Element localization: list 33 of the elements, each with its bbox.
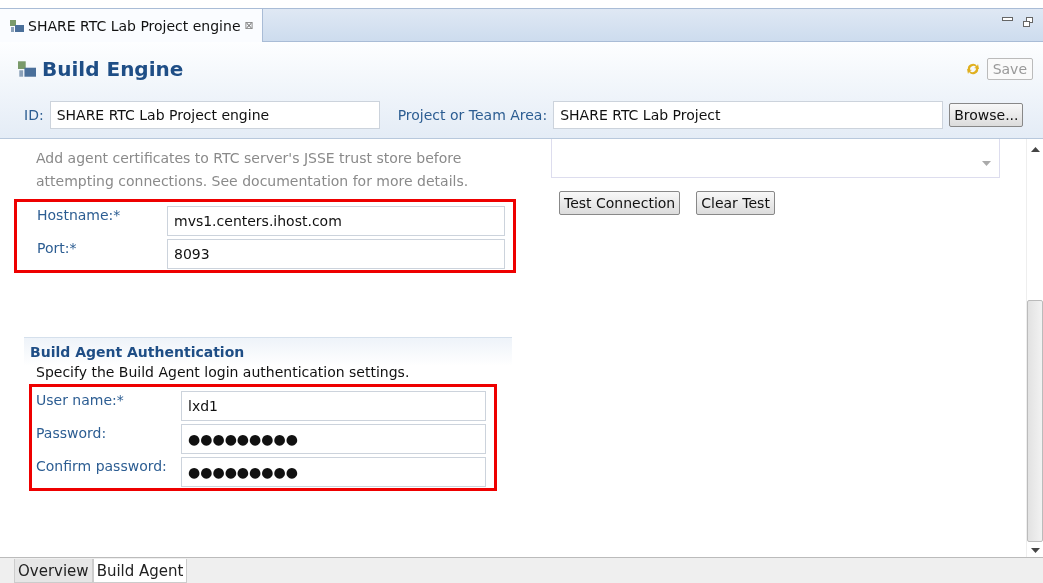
minimize-icon[interactable] — [1002, 17, 1013, 22]
field-label: User name:* — [36, 391, 125, 408]
scroll-down-icon[interactable] — [1030, 548, 1040, 553]
tab-title: SHARE RTC Lab Project engine — [28, 17, 241, 34]
field-label: Password: — [36, 424, 108, 441]
build-engine-icon — [18, 60, 36, 78]
scrollbar[interactable] — [1026, 139, 1043, 557]
section-description: Specify the Build Agent login authentication settings. — [35, 363, 411, 382]
restore-icon[interactable] — [1023, 17, 1033, 27]
project-area-field[interactable]: SHARE RTC Lab Project — [553, 101, 944, 129]
page-tab[interactable]: Build Agent — [92, 559, 188, 583]
browse-button[interactable]: Browse... — [949, 103, 1024, 127]
action-button[interactable]: Clear Test — [696, 191, 775, 215]
field-label: Confirm password: — [36, 457, 168, 474]
field-label: ID: — [24, 107, 44, 123]
input-field[interactable]: lxd1 — [181, 390, 486, 421]
input-field[interactable]: ●●●●●●●●● — [181, 423, 486, 454]
id-field[interactable]: SHARE RTC Lab Project engine — [49, 101, 380, 129]
input-field[interactable]: ●●●●●●●●● — [181, 456, 486, 487]
action-button[interactable]: Test Connection — [559, 191, 681, 215]
input-field[interactable]: 8093 — [167, 238, 505, 269]
close-icon[interactable]: ⊠ — [244, 19, 254, 32]
field-label: Hostname:* — [37, 206, 122, 223]
field-label: Port:* — [37, 239, 78, 256]
input-field[interactable]: mvs1.centers.ihost.com — [167, 205, 505, 236]
page-title: Build Engine — [42, 57, 184, 81]
editor-tab[interactable]: SHARE RTC Lab Project engine ⊠ — [0, 9, 263, 42]
scroll-up-icon[interactable] — [1030, 147, 1040, 152]
page-tab[interactable]: Overview — [14, 559, 93, 583]
field-label: Project or Team Area: — [397, 107, 548, 123]
note-text: Add agent certificates to RTC server's JSSE trust store before attempting connections. See documentation for more details. — [36, 149, 470, 191]
build-engine-icon — [10, 18, 24, 33]
section-title: Build Agent Authentication — [29, 343, 246, 362]
